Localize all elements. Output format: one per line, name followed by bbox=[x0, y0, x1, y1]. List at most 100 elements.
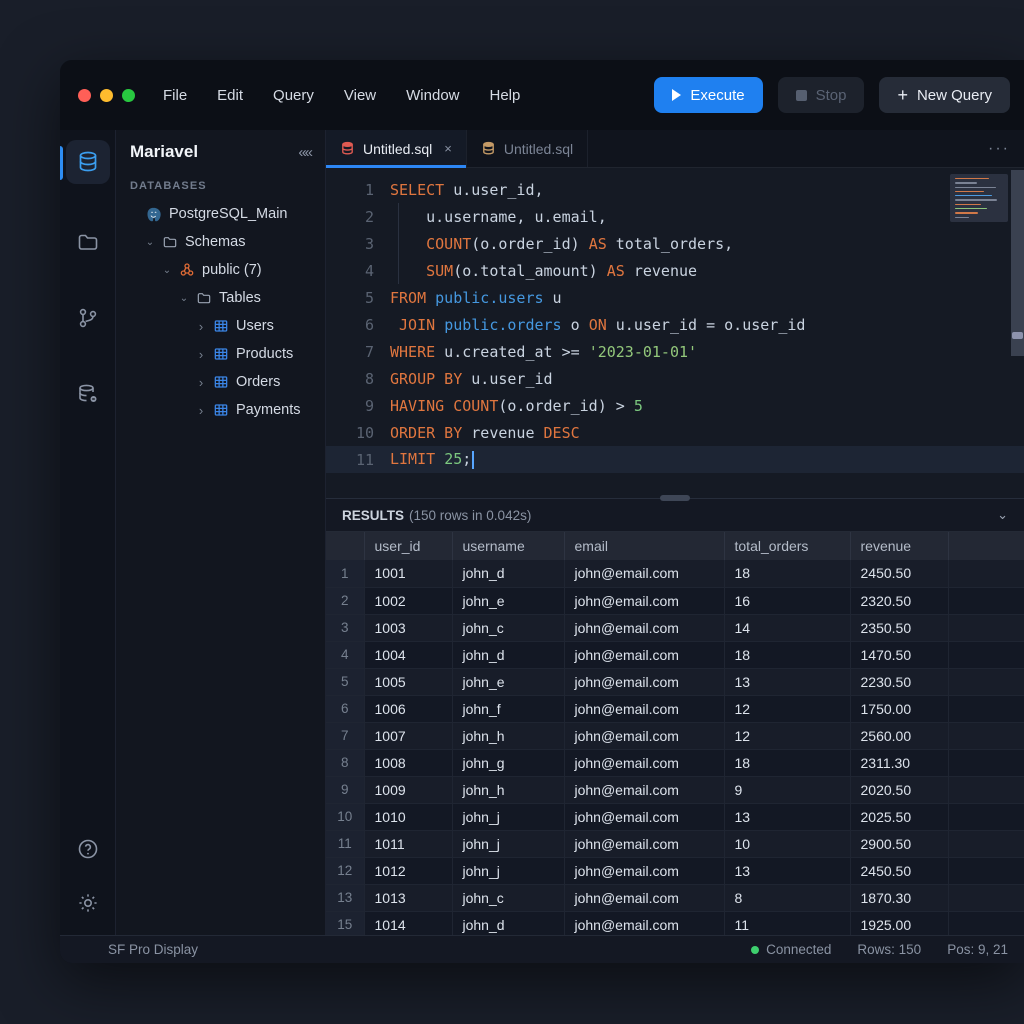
editor-line-9[interactable]: 9HAVING COUNT(o.order_id) > 5 bbox=[326, 392, 1024, 419]
table-row[interactable]: 91009john_hjohn@email.com92020.50 bbox=[326, 776, 1024, 803]
table-row[interactable]: 111011john_jjohn@email.com102900.50 bbox=[326, 830, 1024, 857]
cell[interactable]: 1470.50 bbox=[850, 641, 948, 668]
sql-editor[interactable]: 1SELECT u.user_id,2 u.username, u.email,… bbox=[326, 168, 1024, 498]
cell[interactable]: 8 bbox=[724, 884, 850, 911]
editor-line-4[interactable]: 4 SUM(o.total_amount) AS revenue bbox=[326, 257, 1024, 284]
cell[interactable]: 1013 bbox=[364, 884, 452, 911]
cell[interactable]: 1008 bbox=[364, 749, 452, 776]
chevron-down-icon[interactable]: ⌄ bbox=[162, 265, 172, 276]
table-row[interactable]: 41004john_djohn@email.com181470.50 bbox=[326, 641, 1024, 668]
new-query-button[interactable]: + New Query bbox=[879, 77, 1010, 113]
menu-item-query[interactable]: Query bbox=[273, 87, 314, 104]
cell[interactable]: john_e bbox=[452, 668, 564, 695]
cell[interactable]: 1011 bbox=[364, 830, 452, 857]
cell[interactable]: 14 bbox=[724, 614, 850, 641]
cell[interactable]: 2230.50 bbox=[850, 668, 948, 695]
cell[interactable]: john@email.com bbox=[564, 587, 724, 614]
table-row[interactable]: 81008john_gjohn@email.com182311.30 bbox=[326, 749, 1024, 776]
table-row[interactable]: 71007john_hjohn@email.com122560.00 bbox=[326, 722, 1024, 749]
table-row[interactable]: 51005john_ejohn@email.com132230.50 bbox=[326, 668, 1024, 695]
cell[interactable]: john@email.com bbox=[564, 911, 724, 935]
stop-button[interactable]: Stop bbox=[778, 77, 865, 113]
cell[interactable]: 1870.30 bbox=[850, 884, 948, 911]
cell[interactable]: 13 bbox=[724, 857, 850, 884]
cell[interactable]: john_e bbox=[452, 587, 564, 614]
rail-item-settings[interactable] bbox=[66, 881, 110, 925]
cell[interactable]: 1009 bbox=[364, 776, 452, 803]
cell[interactable]: john_h bbox=[452, 776, 564, 803]
cell[interactable]: john@email.com bbox=[564, 749, 724, 776]
cell[interactable]: john@email.com bbox=[564, 641, 724, 668]
close-window-icon[interactable] bbox=[78, 89, 91, 102]
table-row[interactable]: 21002john_ejohn@email.com162320.50 bbox=[326, 587, 1024, 614]
cell[interactable]: 18 bbox=[724, 560, 850, 587]
chevron-right-icon[interactable]: › bbox=[196, 403, 206, 418]
tree-item-tables[interactable]: ⌄Tables bbox=[116, 284, 325, 312]
cell[interactable]: 1006 bbox=[364, 695, 452, 722]
rail-item-branches[interactable] bbox=[66, 296, 110, 340]
tab-2[interactable]: Untitled.sql bbox=[467, 130, 588, 167]
cell[interactable]: john@email.com bbox=[564, 614, 724, 641]
results-collapse-chevron-icon[interactable]: ⌄ bbox=[997, 507, 1008, 523]
tab-overflow-menu-icon[interactable]: ··· bbox=[974, 130, 1024, 167]
cell[interactable]: 2025.50 bbox=[850, 803, 948, 830]
cell[interactable]: 1010 bbox=[364, 803, 452, 830]
column-header-total_orders[interactable]: total_orders bbox=[724, 532, 850, 560]
cell[interactable]: 18 bbox=[724, 749, 850, 776]
menu-item-window[interactable]: Window bbox=[406, 87, 459, 104]
cell[interactable]: 1004 bbox=[364, 641, 452, 668]
column-header-username[interactable]: username bbox=[452, 532, 564, 560]
cell[interactable]: john@email.com bbox=[564, 803, 724, 830]
rail-item-help[interactable] bbox=[66, 827, 110, 871]
tree-item-postgresql-main[interactable]: PostgreSQL_Main bbox=[116, 200, 325, 228]
cell[interactable]: 2320.50 bbox=[850, 587, 948, 614]
cell[interactable]: 1005 bbox=[364, 668, 452, 695]
cell[interactable]: 18 bbox=[724, 641, 850, 668]
sidebar-collapse-icon[interactable]: «« bbox=[298, 144, 311, 161]
cell[interactable]: 9 bbox=[724, 776, 850, 803]
editor-line-5[interactable]: 5FROM public.users u bbox=[326, 284, 1024, 311]
editor-line-1[interactable]: 1SELECT u.user_id, bbox=[326, 176, 1024, 203]
cell[interactable]: john_j bbox=[452, 803, 564, 830]
cell[interactable]: 2311.30 bbox=[850, 749, 948, 776]
minimap[interactable] bbox=[950, 174, 1008, 222]
chevron-right-icon[interactable]: › bbox=[196, 319, 206, 334]
cell[interactable]: john_j bbox=[452, 857, 564, 884]
menu-item-edit[interactable]: Edit bbox=[217, 87, 243, 104]
tree-item-payments[interactable]: ›Payments bbox=[116, 396, 325, 424]
column-header-email[interactable]: email bbox=[564, 532, 724, 560]
cell[interactable]: john_d bbox=[452, 641, 564, 668]
editor-line-3[interactable]: 3 COUNT(o.order_id) AS total_orders, bbox=[326, 230, 1024, 257]
cell[interactable]: 1750.00 bbox=[850, 695, 948, 722]
rail-item-files[interactable] bbox=[66, 220, 110, 264]
cell[interactable]: john@email.com bbox=[564, 560, 724, 587]
tree-item-schemas[interactable]: ⌄Schemas bbox=[116, 228, 325, 256]
cell[interactable]: 1925.00 bbox=[850, 911, 948, 935]
cell[interactable]: john_d bbox=[452, 911, 564, 935]
cell[interactable]: 2900.50 bbox=[850, 830, 948, 857]
cell[interactable]: john@email.com bbox=[564, 884, 724, 911]
chevron-right-icon[interactable]: › bbox=[196, 375, 206, 390]
tree-item-products[interactable]: ›Products bbox=[116, 340, 325, 368]
cell[interactable]: john@email.com bbox=[564, 695, 724, 722]
editor-scroll-thumb[interactable] bbox=[1012, 332, 1023, 339]
cell[interactable]: 12 bbox=[724, 695, 850, 722]
cell[interactable]: 10 bbox=[724, 830, 850, 857]
menu-item-view[interactable]: View bbox=[344, 87, 376, 104]
tree-item-public-7-[interactable]: ⌄public (7) bbox=[116, 256, 325, 284]
cell[interactable]: 2450.50 bbox=[850, 857, 948, 884]
tree-item-orders[interactable]: ›Orders bbox=[116, 368, 325, 396]
tab-1-active[interactable]: Untitled.sql× bbox=[326, 130, 467, 167]
cell[interactable]: john_d bbox=[452, 560, 564, 587]
cell[interactable]: 1007 bbox=[364, 722, 452, 749]
cell[interactable]: 11 bbox=[724, 911, 850, 935]
cell[interactable]: 1001 bbox=[364, 560, 452, 587]
cell[interactable]: john@email.com bbox=[564, 722, 724, 749]
cell[interactable]: john@email.com bbox=[564, 668, 724, 695]
column-header-user_id[interactable]: user_id bbox=[364, 532, 452, 560]
editor-line-2[interactable]: 2 u.username, u.email, bbox=[326, 203, 1024, 230]
cell[interactable]: 1003 bbox=[364, 614, 452, 641]
cell[interactable]: 2450.50 bbox=[850, 560, 948, 587]
cell[interactable]: 1014 bbox=[364, 911, 452, 935]
zoom-window-icon[interactable] bbox=[122, 89, 135, 102]
